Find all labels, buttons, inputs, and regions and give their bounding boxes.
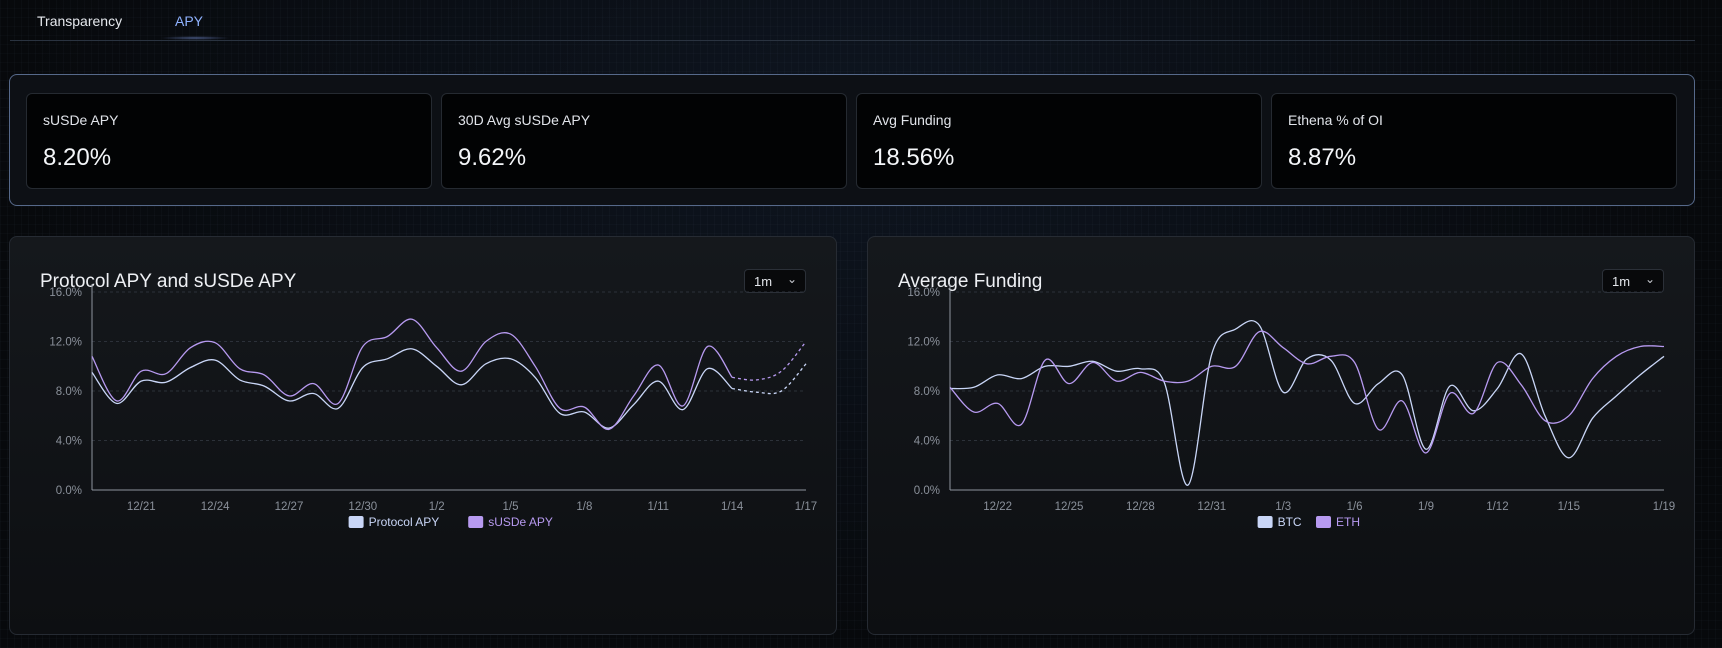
series-line-eth: [949, 330, 1665, 454]
legend-label-btc: BTC: [1278, 515, 1302, 529]
average-funding-panel: Average Funding 1m ⌄ 0.0% 4.0% 8.0% 12.0% 16…: [867, 236, 1695, 635]
x-tick-label: 1/15: [1558, 501, 1580, 513]
active-tab-indicator: [160, 36, 230, 40]
protocol-apy-chart: 0.0% 4.0% 8.0% 12.0% 16.0% 12/21 12/24 12/27 12/…: [49, 284, 817, 529]
x-tick-label: 12/31: [1197, 501, 1226, 513]
x-tick-label: 12/21: [127, 501, 156, 513]
x-tick-label: 12/27: [275, 501, 304, 513]
stat-label: Avg Funding: [873, 112, 952, 128]
x-tick-label: 1/9: [1418, 501, 1434, 513]
series-line-protocol-apy: [91, 348, 733, 429]
stat-card-ethena-oi: Ethena % of OI 8.87%: [1271, 93, 1677, 189]
y-tick-label: 12.0%: [907, 337, 940, 349]
y-tick-label: 8.0%: [914, 386, 940, 398]
stat-value: 9.62%: [458, 144, 527, 171]
series-line-susde-apy: [91, 318, 733, 431]
y-tick-label: 4.0%: [914, 436, 940, 448]
stat-value: 8.87%: [1288, 144, 1357, 171]
legend-label-eth: ETH: [1336, 515, 1360, 529]
stat-value: 18.56%: [873, 144, 955, 171]
stat-label: 30D Avg sUSDe APY: [458, 112, 591, 128]
x-tick-label: 1/11: [648, 501, 670, 513]
x-tick-label: 1/2: [429, 501, 445, 513]
stat-label: sUSDe APY: [43, 112, 119, 128]
x-tick-label: 1/6: [1347, 501, 1363, 513]
x-tick-label: 1/3: [1275, 501, 1291, 513]
series-line-susde-apy-projected: [732, 341, 807, 381]
legend-label-protocol-apy: Protocol APY: [369, 515, 440, 529]
x-tick-label: 1/17: [795, 501, 817, 513]
x-tick-label: 1/5: [503, 501, 519, 513]
x-tick-label: 12/24: [201, 501, 230, 513]
x-tick-label: 1/14: [721, 501, 744, 513]
stat-value: 8.20%: [43, 144, 112, 171]
x-tick-label: 12/28: [1126, 501, 1155, 513]
protocol-apy-panel: Protocol APY and sUSDe APY 1m ⌄ 0.0% 4.0%…: [9, 236, 837, 635]
legend-swatch-susde-apy: [468, 516, 484, 528]
stat-label: Ethena % of OI: [1288, 112, 1383, 128]
legend-swatch-btc: [1257, 516, 1273, 528]
y-tick-label: 0.0%: [56, 485, 82, 497]
x-tick-label: 12/22: [983, 501, 1012, 513]
y-tick-label: 16.0%: [907, 287, 940, 299]
y-tick-label: 12.0%: [49, 337, 82, 349]
x-tick-label: 12/25: [1055, 501, 1084, 513]
y-tick-label: 0.0%: [914, 485, 940, 497]
legend-swatch-protocol-apy: [348, 516, 364, 528]
y-tick-label: 16.0%: [49, 287, 82, 299]
stat-card-susde-apy: sUSDe APY 8.20%: [26, 93, 432, 189]
tab-bar: Transparency APY: [10, 0, 1695, 41]
y-tick-label: 8.0%: [56, 386, 82, 398]
stats-row: sUSDe APY 8.20% 30D Avg sUSDe APY 9.62% …: [9, 74, 1695, 206]
x-tick-label: 1/19: [1653, 501, 1675, 513]
stat-card-avg-funding: Avg Funding 18.56%: [856, 93, 1262, 189]
y-tick-label: 4.0%: [56, 436, 82, 448]
series-line-btc: [949, 320, 1665, 486]
stat-card-30d-avg-susde-apy: 30D Avg sUSDe APY 9.62%: [441, 93, 847, 189]
tab-apy[interactable]: APY: [175, 13, 203, 29]
x-tick-label: 1/12: [1486, 501, 1508, 513]
x-tick-label: 1/8: [576, 501, 592, 513]
legend-swatch-eth: [1316, 516, 1331, 528]
average-funding-chart: 0.0% 4.0% 8.0% 12.0% 16.0% 12/22 12/25 12/28 12/…: [907, 284, 1675, 529]
tab-transparency[interactable]: Transparency: [37, 13, 122, 29]
series-line-protocol-apy-projected: [732, 363, 807, 395]
x-tick-label: 12/30: [348, 501, 377, 513]
legend-label-susde-apy: sUSDe APY: [488, 515, 553, 529]
